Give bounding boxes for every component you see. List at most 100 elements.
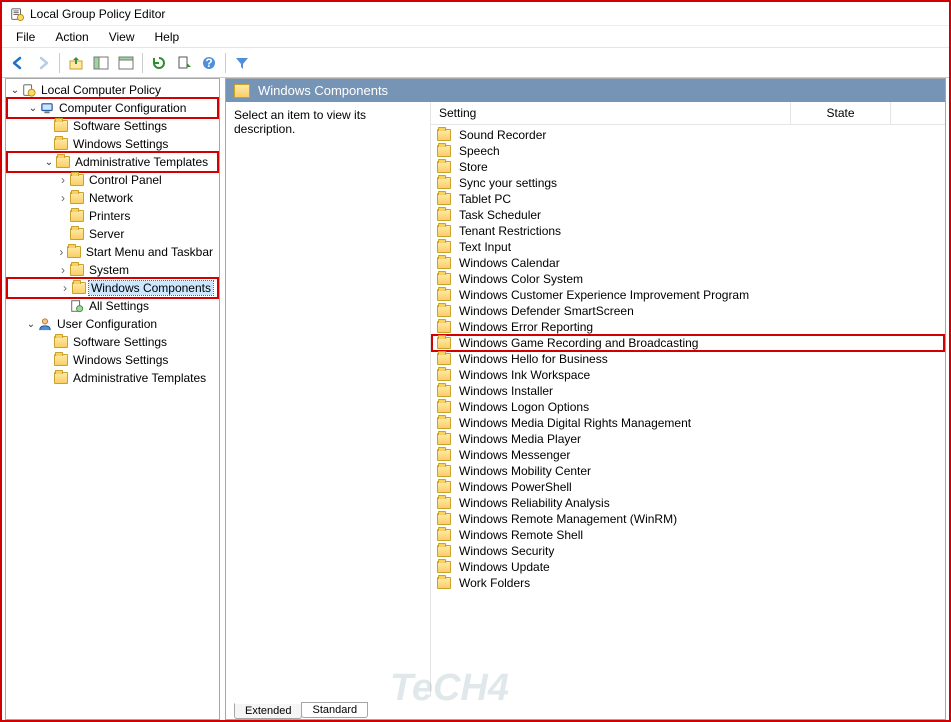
folder-icon (437, 337, 451, 349)
expand-collapse-icon[interactable] (58, 281, 72, 295)
settings-list[interactable]: Setting State Sound Recorder SpeechStoreS… (431, 102, 945, 697)
list-item[interactable]: Windows PowerShell (431, 479, 945, 495)
tab-standard[interactable]: Standard (301, 702, 368, 718)
tree-item[interactable]: Software Settings (6, 333, 219, 351)
tree-label: Computer Configuration (57, 101, 188, 115)
list-item[interactable]: Windows Media Digital Rights Management (431, 415, 945, 431)
list-item[interactable]: Text Input (431, 239, 945, 255)
list-item[interactable]: Windows Remote Shell (431, 527, 945, 543)
folder-icon (70, 264, 84, 276)
list-item[interactable]: Windows Media Player (431, 431, 945, 447)
list-item[interactable]: Windows Installer (431, 383, 945, 399)
list-item-label: Windows Reliability Analysis (459, 496, 610, 510)
folder-icon (437, 161, 451, 173)
list-item[interactable]: Windows Color System (431, 271, 945, 287)
list-item[interactable]: Windows Hello for Business (431, 351, 945, 367)
console-tree[interactable]: Local Computer PolicyComputer Configurat… (5, 78, 220, 720)
column-state[interactable]: State (791, 102, 891, 124)
list-item-label: Sound Recorder (459, 128, 546, 142)
tree-item[interactable]: Administrative Templates (6, 369, 219, 387)
up-button[interactable] (64, 51, 88, 75)
tree-item[interactable]: User Configuration (6, 315, 219, 333)
list-item[interactable]: Sync your settings (431, 175, 945, 191)
list-item[interactable]: Windows Logon Options (431, 399, 945, 415)
expand-collapse-icon[interactable] (56, 191, 70, 205)
list-item[interactable]: Work Folders (431, 575, 945, 591)
list-item[interactable]: Windows Ink Workspace (431, 367, 945, 383)
list-item-label: Work Folders (459, 576, 530, 590)
window-title: Local Group Policy Editor (30, 7, 165, 21)
list-item[interactable]: Store (431, 159, 945, 175)
expand-collapse-icon[interactable] (56, 263, 70, 277)
tree-item[interactable]: Administrative Templates (6, 151, 219, 173)
menu-action[interactable]: Action (45, 28, 98, 46)
filter-button[interactable] (230, 51, 254, 75)
list-item[interactable]: Windows Error Reporting (431, 319, 945, 335)
tree-item[interactable]: Server (6, 225, 219, 243)
forward-button[interactable] (31, 51, 55, 75)
tree-item[interactable]: Windows Settings (6, 351, 219, 369)
tree-label: User Configuration (55, 317, 159, 331)
list-item[interactable]: Windows Reliability Analysis (431, 495, 945, 511)
tree-label: All Settings (87, 299, 151, 313)
toolbar-separator (142, 53, 143, 73)
expand-collapse-icon[interactable] (56, 173, 70, 187)
menu-help[interactable]: Help (145, 28, 190, 46)
list-item[interactable]: Windows Game Recording and Broadcasting (431, 334, 945, 352)
list-item[interactable]: Tenant Restrictions (431, 223, 945, 239)
list-item-label: Windows Update (459, 560, 550, 574)
tree-label: Windows Components (89, 281, 213, 295)
folder-icon (437, 561, 451, 573)
folder-icon (437, 401, 451, 413)
export-list-button[interactable] (172, 51, 196, 75)
expand-collapse-icon[interactable] (26, 103, 40, 114)
content-header: Windows Components (226, 79, 945, 102)
list-item-label: Tenant Restrictions (459, 224, 561, 238)
expand-collapse-icon[interactable] (42, 157, 56, 168)
list-item[interactable]: Windows Customer Experience Improvement … (431, 287, 945, 303)
list-item[interactable]: Tablet PC (431, 191, 945, 207)
show-hide-action-pane-button[interactable] (114, 51, 138, 75)
list-item[interactable]: Task Scheduler (431, 207, 945, 223)
expand-collapse-icon[interactable] (8, 85, 22, 96)
list-item[interactable]: Windows Remote Management (WinRM) (431, 511, 945, 527)
list-item[interactable]: Windows Security (431, 543, 945, 559)
list-item-label: Tablet PC (459, 192, 511, 206)
menu-view[interactable]: View (99, 28, 145, 46)
tab-extended[interactable]: Extended (234, 703, 302, 719)
tree-item[interactable]: Start Menu and Taskbar (6, 243, 219, 261)
tree-item[interactable]: Software Settings (6, 117, 219, 135)
list-item-label: Windows Mobility Center (459, 464, 591, 478)
tree-item[interactable]: All Settings (6, 297, 219, 315)
list-item[interactable]: Windows Update (431, 559, 945, 575)
tree-item[interactable]: Printers (6, 207, 219, 225)
help-button[interactable]: ? (197, 51, 221, 75)
tree-label: Server (87, 227, 126, 241)
tree-item[interactable]: Computer Configuration (6, 97, 219, 119)
tree-item[interactable]: Windows Components (6, 277, 219, 299)
tree-label: Windows Settings (71, 353, 170, 367)
show-hide-console-tree-button[interactable] (89, 51, 113, 75)
tree-item[interactable]: Network (6, 189, 219, 207)
list-item[interactable]: Speech (431, 143, 945, 159)
back-button[interactable] (6, 51, 30, 75)
list-item[interactable]: Windows Calendar (431, 255, 945, 271)
folder-icon (437, 129, 451, 141)
expand-collapse-icon[interactable] (24, 319, 38, 330)
tree-item[interactable]: Control Panel (6, 171, 219, 189)
list-item[interactable]: Sound Recorder (431, 127, 945, 143)
tree-label: Start Menu and Taskbar (84, 245, 215, 259)
menu-file[interactable]: File (6, 28, 45, 46)
tree-label: Printers (87, 209, 132, 223)
list-item[interactable]: Windows Messenger (431, 447, 945, 463)
tree-label: System (87, 263, 131, 277)
expand-collapse-icon[interactable] (56, 245, 67, 259)
menu-bar: File Action View Help (2, 26, 949, 48)
list-item[interactable]: Windows Mobility Center (431, 463, 945, 479)
column-setting[interactable]: Setting (431, 102, 791, 124)
refresh-button[interactable] (147, 51, 171, 75)
folder-icon (437, 529, 451, 541)
settings-icon (70, 299, 84, 313)
list-item-label: Speech (459, 144, 500, 158)
list-item[interactable]: Windows Defender SmartScreen (431, 303, 945, 319)
